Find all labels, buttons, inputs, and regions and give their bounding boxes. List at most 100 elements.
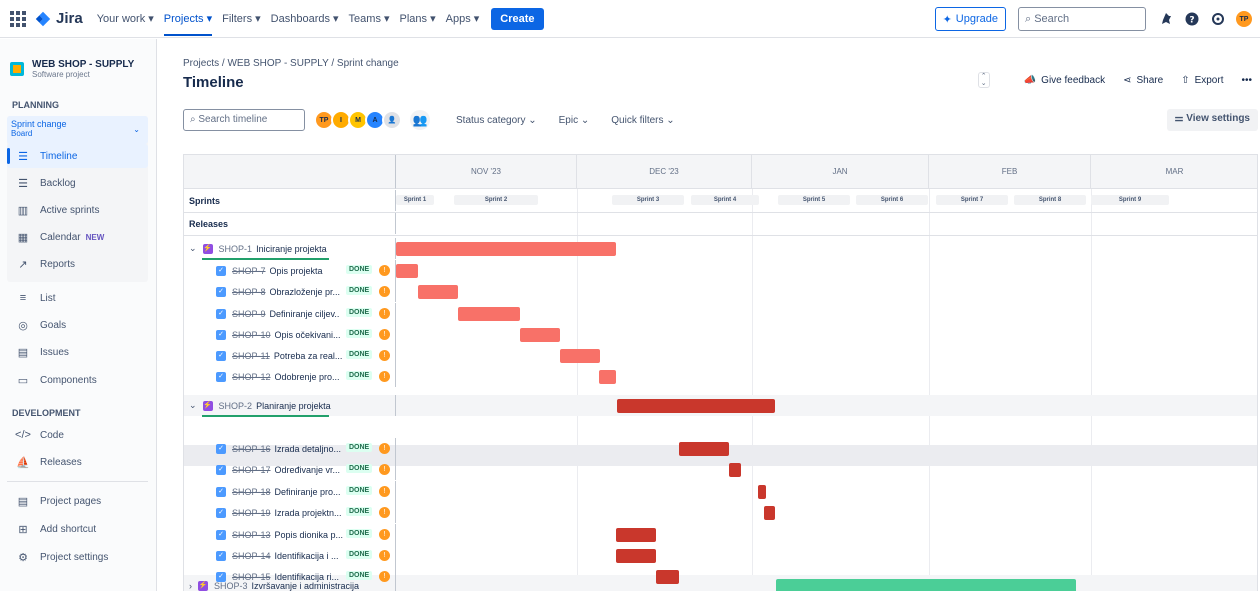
- issue-row[interactable]: ✓ SHOP-17 Određivanje vr... DONE!: [184, 459, 396, 480]
- issue-key[interactable]: SHOP-15: [232, 572, 271, 582]
- sprint-chip[interactable]: Sprint 1: [396, 195, 434, 205]
- status-category-dropdown[interactable]: Status category ⌄: [456, 115, 537, 126]
- profile-avatar[interactable]: TP: [1236, 11, 1252, 27]
- issue-row[interactable]: ✓ SHOP-14 Identifikacija i ... DONE!: [184, 545, 396, 566]
- share-button[interactable]: ⋖ Share: [1123, 75, 1163, 86]
- epic-row[interactable]: ⌄ ⚡ SHOP-2 Planiranje projekta: [184, 395, 396, 416]
- issue-row[interactable]: ✓ SHOP-8 Obrazloženje pr... DONE!: [184, 281, 396, 302]
- unassigned-avatar-icon[interactable]: 👤: [382, 110, 402, 130]
- sidebar-item-add-shortcut[interactable]: ⊞ Add shortcut: [7, 517, 148, 541]
- sidebar-item-issues[interactable]: ▤ Issues: [7, 340, 148, 364]
- issue-timeline-bar[interactable]: [729, 463, 741, 477]
- issue-key[interactable]: SHOP-12: [232, 372, 271, 382]
- issue-key[interactable]: SHOP-8: [232, 287, 266, 297]
- epic-key[interactable]: SHOP-2: [219, 401, 253, 411]
- epic-dropdown[interactable]: Epic ⌄: [559, 115, 590, 126]
- sprint-chip[interactable]: Sprint 2: [454, 195, 538, 205]
- sidebar-item-releases[interactable]: ⛵ Releases: [7, 450, 148, 474]
- issue-row[interactable]: ✓ SHOP-11 Potreba za real... DONE!: [184, 345, 396, 366]
- sidebar-item-backlog[interactable]: ☰ Backlog: [7, 171, 148, 195]
- help-icon[interactable]: ?: [1184, 11, 1200, 27]
- nav-dashboards[interactable]: Dashboards ▾: [271, 12, 339, 25]
- issue-key[interactable]: SHOP-13: [232, 530, 271, 540]
- sidebar-item-timeline[interactable]: ☰ Timeline: [7, 144, 148, 168]
- sidebar-item-project-settings[interactable]: ⚙ Project settings: [7, 545, 148, 569]
- nav-your-work[interactable]: Your work ▾: [97, 12, 154, 25]
- breadcrumb[interactable]: Projects / WEB SHOP - SUPPLY / Sprint ch…: [183, 58, 399, 69]
- create-button[interactable]: Create: [491, 7, 544, 30]
- nav-plans[interactable]: Plans ▾: [400, 12, 436, 25]
- sidebar-item-list[interactable]: ≡ List: [7, 286, 148, 310]
- give-feedback-button[interactable]: 📣 Give feedback: [1024, 75, 1105, 86]
- issue-timeline-bar[interactable]: [616, 549, 656, 563]
- issue-row[interactable]: ✓ SHOP-18 Definiranje pro... DONE!: [184, 481, 396, 502]
- app-switcher-icon[interactable]: [10, 10, 26, 27]
- sidebar-item-components[interactable]: ▭ Components: [7, 368, 148, 392]
- chevron-down-icon[interactable]: ⌄: [189, 243, 197, 254]
- issue-row[interactable]: ✓ SHOP-16 Izrada detaljno... DONE!: [184, 438, 396, 459]
- board-selector[interactable]: Sprint change Board ⌄: [7, 116, 148, 144]
- sidebar-item-project-pages[interactable]: ▤ Project pages: [7, 489, 148, 513]
- nav-filters[interactable]: Filters ▾: [222, 12, 261, 25]
- issue-timeline-bar[interactable]: [418, 285, 458, 299]
- issue-key[interactable]: SHOP-7: [232, 266, 266, 276]
- issue-timeline-bar[interactable]: [764, 506, 775, 520]
- jira-logo[interactable]: Jira: [34, 10, 83, 28]
- issue-key[interactable]: SHOP-18: [232, 487, 271, 497]
- sprint-chip[interactable]: Sprint 3: [612, 195, 684, 205]
- notifications-icon[interactable]: [1158, 11, 1174, 27]
- sprint-chip[interactable]: Sprint 4: [691, 195, 759, 205]
- issue-timeline-bar[interactable]: [520, 328, 560, 342]
- epic-row[interactable]: ⌄ ⚡ SHOP-1 Iniciranje projekta: [184, 238, 396, 259]
- epic-timeline-bar[interactable]: [617, 399, 775, 413]
- issue-row[interactable]: ✓ SHOP-12 Odobrenje pro... DONE!: [184, 366, 396, 387]
- export-button[interactable]: ⇧ Export: [1181, 75, 1223, 86]
- add-people-icon[interactable]: 👥: [410, 110, 430, 130]
- issue-timeline-bar[interactable]: [396, 264, 418, 278]
- sprint-chip[interactable]: Sprint 9: [1091, 195, 1169, 205]
- issue-timeline-bar[interactable]: [616, 528, 656, 542]
- issue-key[interactable]: SHOP-14: [232, 551, 271, 561]
- issue-row[interactable]: ✓ SHOP-7 Opis projekta DONE!: [184, 260, 396, 281]
- sidebar-item-active-sprints[interactable]: ▥ Active sprints: [7, 198, 148, 222]
- upgrade-button[interactable]: ✦ Upgrade: [934, 7, 1006, 31]
- nav-projects[interactable]: Projects ▾: [163, 12, 213, 36]
- sprint-chip[interactable]: Sprint 8: [1014, 195, 1086, 205]
- issue-timeline-bar[interactable]: [458, 307, 520, 321]
- project-header[interactable]: WEB SHOP - SUPPLY Software project: [10, 59, 134, 79]
- issue-timeline-bar[interactable]: [599, 370, 616, 384]
- issue-row[interactable]: ✓ SHOP-9 Definiranje ciljev... DONE!: [184, 303, 396, 324]
- issue-timeline-bar[interactable]: [560, 349, 600, 363]
- issue-key[interactable]: SHOP-19: [232, 508, 271, 518]
- sidebar-item-goals[interactable]: ◎ Goals: [7, 313, 148, 337]
- chevron-down-icon[interactable]: ⌄: [189, 400, 197, 411]
- issue-timeline-bar[interactable]: [758, 485, 766, 499]
- more-actions-button[interactable]: •••: [1241, 75, 1252, 86]
- issue-row[interactable]: ✓ SHOP-15 Identifikacija ri... DONE!: [184, 566, 396, 587]
- epic-timeline-bar[interactable]: [396, 242, 616, 256]
- search-timeline-input[interactable]: ⌕ Search timeline: [183, 109, 305, 131]
- sprint-chip[interactable]: Sprint 5: [778, 195, 850, 205]
- sidebar-item-reports[interactable]: ↗ Reports: [7, 252, 148, 276]
- issue-key[interactable]: SHOP-11: [232, 351, 270, 361]
- settings-icon[interactable]: [1210, 11, 1226, 27]
- search-input[interactable]: ⌕ Search: [1018, 7, 1146, 31]
- quick-filters-dropdown[interactable]: Quick filters ⌄: [611, 115, 674, 126]
- issue-timeline-bar[interactable]: [679, 442, 729, 456]
- epic-timeline-bar[interactable]: [776, 579, 1076, 591]
- issue-timeline-bar[interactable]: [656, 570, 679, 584]
- issue-key[interactable]: SHOP-10: [232, 330, 271, 340]
- sidebar-item-calendar[interactable]: ▦ Calendar NEW: [7, 225, 148, 249]
- issue-key[interactable]: SHOP-9: [232, 309, 266, 319]
- sprint-chip[interactable]: Sprint 6: [856, 195, 928, 205]
- issue-row[interactable]: ✓ SHOP-19 Izrada projektn... DONE!: [184, 502, 396, 523]
- view-settings-button[interactable]: ⚌ View settings: [1166, 109, 1258, 131]
- expand-collapse-icon[interactable]: ⌃ ⌄: [977, 72, 990, 88]
- issue-row[interactable]: ✓ SHOP-10 Opis očekivani... DONE!: [184, 324, 396, 345]
- issue-key[interactable]: SHOP-16: [232, 444, 271, 454]
- issue-row[interactable]: ✓ SHOP-13 Popis dionika p... DONE!: [184, 524, 396, 545]
- issue-key[interactable]: SHOP-17: [232, 465, 271, 475]
- nav-teams[interactable]: Teams ▾: [349, 12, 390, 25]
- sidebar-item-code[interactable]: </> Code: [7, 423, 148, 447]
- nav-apps[interactable]: Apps ▾: [446, 12, 480, 25]
